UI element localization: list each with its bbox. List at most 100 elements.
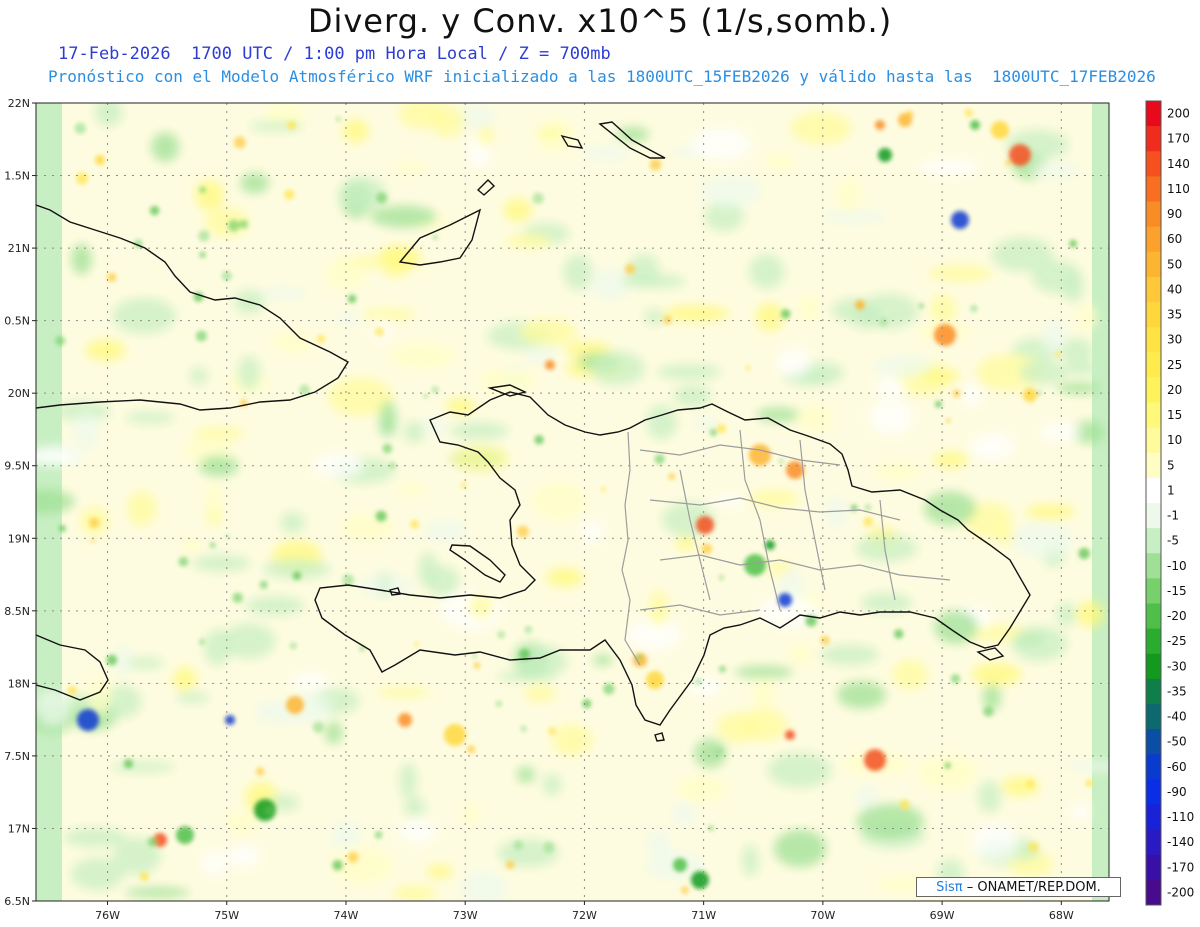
field-speck xyxy=(863,516,873,527)
colorbar-label: -15 xyxy=(1167,584,1187,598)
colorbar-label: 110 xyxy=(1167,182,1190,196)
colorbar-label: -5 xyxy=(1167,534,1179,548)
field-speck xyxy=(663,315,672,325)
field-speck xyxy=(198,230,210,242)
convergence-spot xyxy=(951,211,969,229)
field-blob xyxy=(918,159,978,177)
field-blob xyxy=(1010,522,1073,558)
convergence-spot xyxy=(286,696,304,714)
field-blob xyxy=(825,496,848,529)
field-blob xyxy=(112,297,176,334)
colorbar-swatch xyxy=(1146,201,1161,228)
field-blob xyxy=(874,462,920,480)
colorbar-label: 50 xyxy=(1167,257,1182,271)
field-blob xyxy=(272,331,313,354)
field-speck xyxy=(259,580,268,589)
field-blob xyxy=(126,657,164,669)
lat-tick-label: 19N xyxy=(8,532,30,545)
field-blob xyxy=(342,119,369,143)
field-blob xyxy=(918,755,978,790)
field-speck xyxy=(312,721,325,733)
lon-tick-label: 73W xyxy=(453,909,478,922)
field-blob xyxy=(676,775,727,803)
field-blob xyxy=(1063,761,1109,772)
field-blob xyxy=(583,145,629,161)
field-blob xyxy=(73,412,100,448)
field-blob xyxy=(176,691,210,704)
colorbar-swatch xyxy=(1146,779,1161,805)
field-blob xyxy=(403,797,426,817)
field-blob xyxy=(590,351,645,386)
field-blob xyxy=(1062,272,1085,303)
field-speck xyxy=(694,678,702,686)
field-speck xyxy=(382,443,393,454)
field-speck xyxy=(414,641,419,647)
convergence-spot xyxy=(864,749,886,771)
field-blob xyxy=(962,384,982,408)
field-blob xyxy=(692,418,719,430)
field-speck xyxy=(879,318,888,327)
field-blob xyxy=(451,445,510,472)
field-speck xyxy=(1005,160,1011,166)
field-speck xyxy=(603,683,615,695)
field-blob xyxy=(399,762,418,799)
colorbar-label: 10 xyxy=(1167,433,1182,447)
colorbar-swatch xyxy=(1146,402,1161,429)
field-blob xyxy=(505,234,553,249)
field-speck xyxy=(964,108,973,117)
field-speck xyxy=(543,841,555,853)
field-speck xyxy=(90,538,96,543)
field-speck xyxy=(497,631,505,639)
field-blob xyxy=(1011,625,1068,662)
field-speck xyxy=(374,831,383,839)
convergence-spot xyxy=(545,360,555,370)
colorbar-label: 25 xyxy=(1167,358,1182,372)
field-blob xyxy=(237,355,261,390)
field-speck xyxy=(467,745,476,754)
field-speck xyxy=(342,574,355,586)
field-speck xyxy=(714,747,724,757)
field-speck xyxy=(239,219,249,229)
field-speck xyxy=(820,635,830,645)
colorbar-label: 1 xyxy=(1167,483,1175,497)
convergence-spot xyxy=(855,300,865,310)
field-blob xyxy=(982,848,1019,861)
field-speck xyxy=(423,394,428,399)
field-blob xyxy=(1025,504,1076,520)
field-blob xyxy=(189,367,208,385)
field-speck xyxy=(548,727,557,735)
colorbar-label: -10 xyxy=(1167,559,1187,573)
field-speck xyxy=(199,639,205,645)
field-blob xyxy=(516,766,536,783)
field-blob xyxy=(531,481,587,520)
colorbar-swatch xyxy=(1146,603,1161,630)
field-blob xyxy=(324,721,343,744)
field-blob xyxy=(748,489,800,508)
field-speck xyxy=(58,525,66,532)
field-blob xyxy=(461,804,480,824)
field-blob xyxy=(742,844,759,877)
field-speck xyxy=(123,759,134,769)
convergence-spot xyxy=(778,593,792,607)
field-blob xyxy=(776,348,811,377)
field-blob xyxy=(773,829,827,868)
field-blob xyxy=(261,287,307,300)
field-blob xyxy=(919,369,961,382)
field-blob xyxy=(388,343,456,369)
field-blob xyxy=(335,313,362,325)
field-speck xyxy=(335,116,341,122)
field-blob xyxy=(1056,382,1101,395)
field-speck xyxy=(332,860,343,871)
field-speck xyxy=(107,272,117,282)
field-speck xyxy=(778,458,784,464)
colorbar-label: 90 xyxy=(1167,207,1182,221)
convergence-spot xyxy=(934,324,956,346)
field-blob xyxy=(854,785,880,809)
field-blob xyxy=(1076,600,1105,628)
colorbar-swatch xyxy=(1146,101,1161,127)
field-blob xyxy=(94,103,123,127)
field-speck xyxy=(147,836,158,847)
field-speck xyxy=(199,251,206,259)
colorbar-swatch xyxy=(1146,879,1161,906)
field-blob xyxy=(1042,318,1066,355)
